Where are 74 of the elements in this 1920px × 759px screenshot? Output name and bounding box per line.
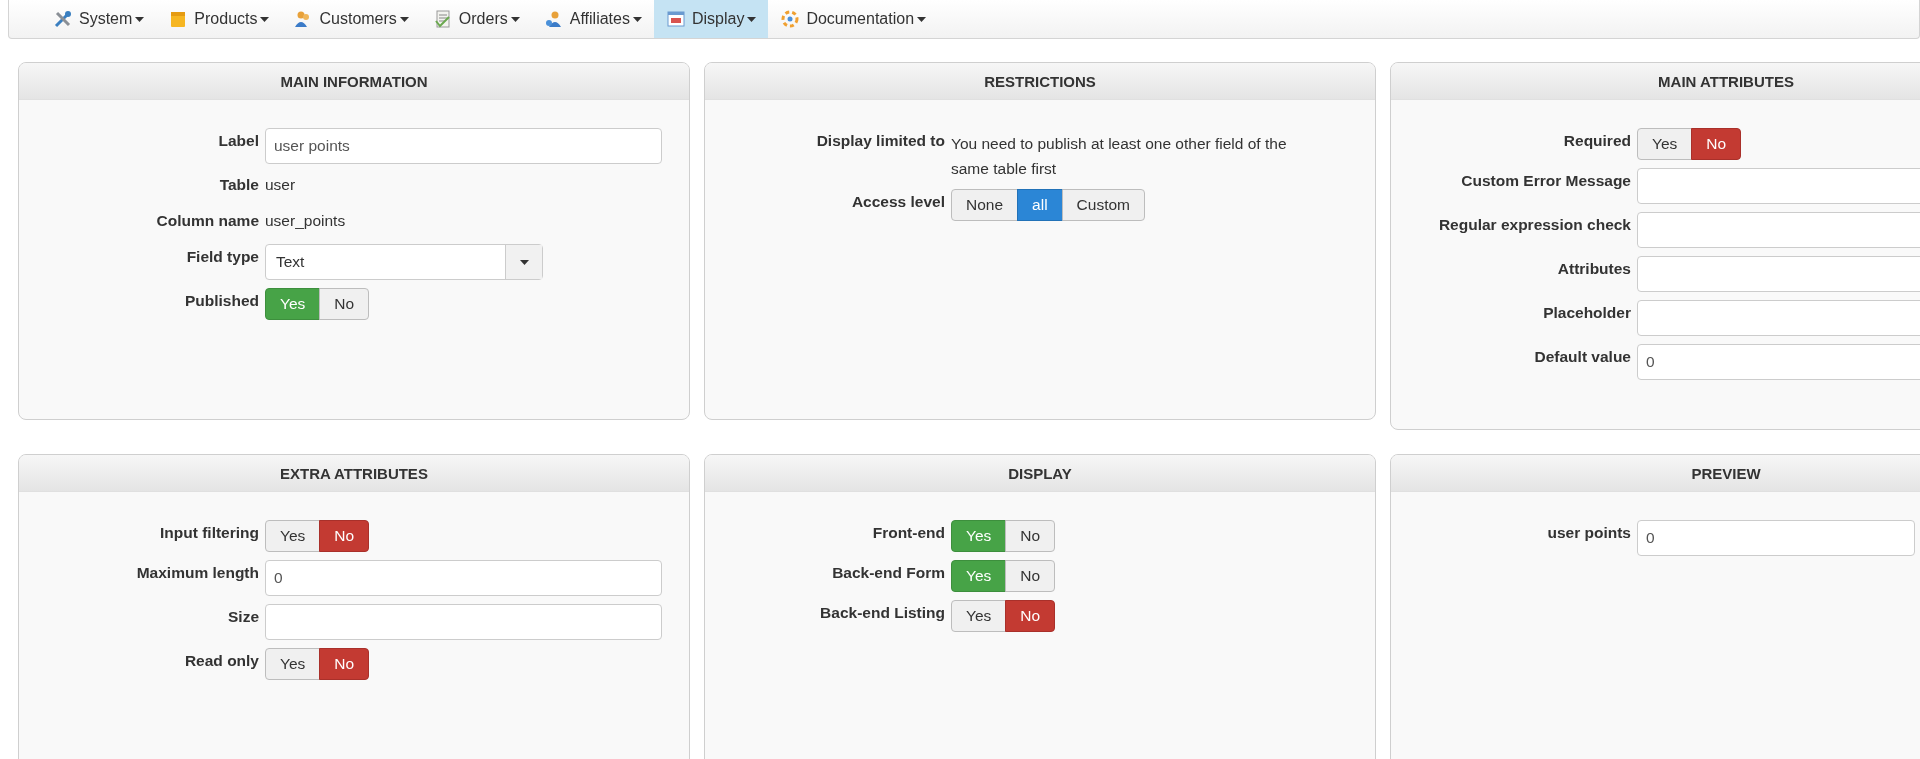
tools-icon: [53, 9, 73, 29]
panel-title: DISPLAY: [1008, 464, 1072, 482]
toggle-option[interactable]: No: [319, 520, 370, 552]
caret-icon: [399, 16, 409, 22]
field-value: user: [265, 175, 296, 194]
caret-icon: [135, 16, 145, 22]
text-field[interactable]: 0: [1637, 520, 1915, 556]
toggle-option[interactable]: Yes: [1637, 128, 1693, 160]
field-label: Column name: [155, 211, 259, 230]
dropdown[interactable]: Text: [265, 244, 543, 280]
text-field[interactable]: 0: [265, 560, 662, 596]
field-label: Field type: [185, 247, 259, 266]
field-label: Back-end Form: [831, 563, 945, 582]
text-field[interactable]: [1637, 256, 1920, 292]
person-icon: [543, 9, 564, 29]
field-value: user_points: [265, 211, 346, 230]
field-label: Access level: [850, 192, 945, 211]
panel-title: RESTRICTIONS: [984, 72, 1096, 90]
caret-icon: [260, 16, 270, 22]
panel-title: EXTRA ATTRIBUTES: [280, 464, 428, 482]
toggle-option[interactable]: No: [1005, 600, 1056, 632]
caret-icon: [632, 16, 642, 22]
menu-item[interactable]: Affiliates: [531, 0, 654, 38]
panel-title: PREVIEW: [1691, 464, 1761, 482]
field-label: Input filtering: [159, 523, 259, 542]
toggle-option[interactable]: No: [319, 648, 370, 680]
caret-icon: [747, 16, 757, 22]
toggle-option[interactable]: Yes: [265, 520, 321, 552]
field-label: Front-end: [871, 523, 945, 542]
menu-item[interactable]: Customers: [281, 0, 421, 38]
menu-item[interactable]: Products: [156, 0, 282, 38]
toggle-option[interactable]: No: [319, 288, 370, 320]
menu-item[interactable]: System: [41, 0, 157, 38]
field-label: Published: [183, 291, 259, 310]
field-label: Custom Error Message: [1460, 171, 1631, 190]
document-icon: [432, 9, 453, 29]
toggle-option[interactable]: No: [1005, 520, 1056, 552]
window-icon: [665, 9, 686, 29]
toggle-option[interactable]: No: [1691, 128, 1742, 160]
text-field[interactable]: [1637, 212, 1920, 248]
field-label: Maximum length: [135, 563, 259, 582]
field-label: Placeholder: [1542, 303, 1631, 322]
text-field[interactable]: 0: [1637, 344, 1920, 380]
field-label: Default value: [1533, 347, 1631, 366]
text-field[interactable]: [1637, 168, 1920, 204]
menu-item[interactable]: Documentation: [768, 0, 939, 38]
field-label: Back-end Listing: [819, 603, 945, 622]
menu-item[interactable]: Display: [653, 0, 769, 38]
panel-title: MAIN INFORMATION: [280, 72, 428, 90]
field-label: Read only: [183, 651, 259, 670]
field-label: Required: [1562, 131, 1631, 150]
toggle-option[interactable]: all: [1017, 189, 1063, 221]
caret-icon: [519, 259, 529, 265]
toggle-option[interactable]: None: [951, 189, 1019, 221]
toggle-option[interactable]: No: [1005, 560, 1056, 592]
lifebuoy-icon: [780, 9, 801, 29]
toggle-option[interactable]: Yes: [265, 648, 321, 680]
caret-icon: [510, 16, 520, 22]
field-label: Display limited to: [815, 131, 945, 150]
text-field[interactable]: [1637, 300, 1920, 336]
menu-item[interactable]: Orders: [420, 0, 532, 38]
field-label: Size: [227, 607, 259, 626]
field-label: Regular expression check: [1437, 215, 1631, 234]
field-label: Label: [217, 131, 259, 150]
panel-title: MAIN ATTRIBUTES: [1658, 72, 1794, 90]
field-label: Attributes: [1556, 259, 1631, 278]
text-field[interactable]: [265, 604, 662, 640]
field-label: user points: [1546, 523, 1631, 542]
field-label: Table: [218, 175, 259, 194]
info-text: You need to publish at least one other field of the same table first: [951, 134, 1288, 179]
toggle-option[interactable]: Yes: [951, 600, 1007, 632]
toggle-option[interactable]: Custom: [1061, 189, 1145, 221]
text-field[interactable]: user points: [265, 128, 662, 164]
caret-icon: [917, 16, 927, 22]
